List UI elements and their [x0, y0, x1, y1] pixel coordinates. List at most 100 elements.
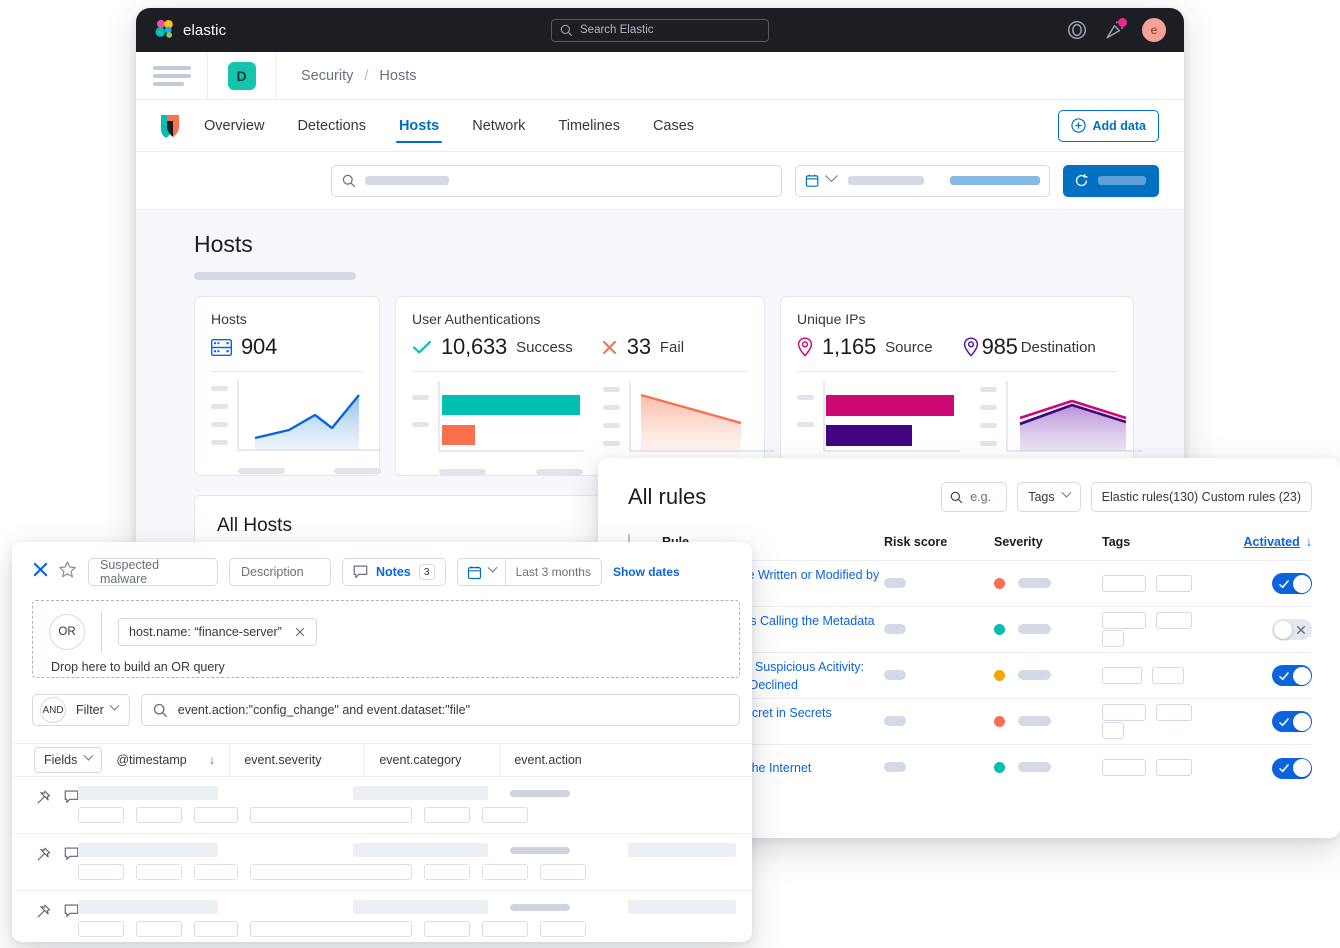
timeline-query-input[interactable]: event.action:"config_change" and event.d… [141, 694, 740, 726]
notes-button[interactable]: Notes 3 [342, 558, 446, 586]
column-header-event-action[interactable]: event.action [500, 743, 635, 777]
cell-skeleton [628, 900, 736, 914]
rules-count-label: Elastic rules(130) Custom rules (23) [1102, 490, 1301, 504]
chevron-down-icon [84, 750, 94, 760]
tab-network[interactable]: Network [472, 100, 525, 151]
timeline-date-picker[interactable]: Last 3 months [457, 558, 602, 586]
tab-cases[interactable]: Cases [653, 100, 694, 151]
rules-count-toggle[interactable]: Elastic rules(130) Custom rules (23) [1091, 482, 1312, 512]
timeline-date-range[interactable]: Last 3 months [505, 559, 601, 585]
column-header-activated[interactable]: Activated ↓ [1216, 535, 1312, 549]
column-header-event-category[interactable]: event.category [365, 743, 500, 777]
or-drop-area[interactable]: OR host.name: “finance-server” Drop here… [32, 600, 740, 678]
tab-overview[interactable]: Overview [204, 100, 264, 151]
timeline-toolbar: Suspected malware Description Notes 3 [12, 542, 752, 586]
breadcrumb-item-hosts[interactable]: Hosts [379, 68, 416, 84]
refresh-button[interactable] [1063, 165, 1159, 197]
column-header-activated-label[interactable]: Activated [1243, 535, 1299, 549]
cell-skeleton [510, 790, 570, 797]
table-row[interactable] [12, 834, 752, 891]
star-icon[interactable] [58, 560, 77, 584]
chevron-down-icon [487, 562, 497, 572]
add-data-button[interactable]: Add data [1058, 110, 1159, 142]
fields-dropdown[interactable]: Fields [34, 747, 102, 773]
tab-timelines[interactable]: Timelines [558, 100, 620, 151]
announcement-confetti-icon[interactable] [1104, 19, 1126, 41]
hamburger-menu-icon[interactable] [136, 52, 208, 99]
filter-dropdown[interactable]: Filter [76, 703, 118, 717]
stat-unit-source: Source [885, 339, 933, 356]
show-dates-link[interactable]: Show dates [613, 565, 680, 579]
card-divider [797, 371, 1117, 372]
kql-search-input[interactable] [331, 165, 782, 197]
all-rules-header: All rules e.g. Tags Elastic rules(130) C… [628, 482, 1312, 512]
breadcrumb-item-security[interactable]: Security [301, 68, 353, 84]
and-filter-group[interactable]: AND Filter [32, 694, 130, 726]
notes-count-badge: 3 [419, 564, 435, 580]
column-header-timestamp[interactable]: @timestamp ↓ [102, 743, 230, 777]
stat-item-destination-ips: 985 Destination [963, 334, 1096, 360]
activated-toggle[interactable] [1272, 665, 1312, 686]
tag-chip [1156, 575, 1192, 592]
pin-icon[interactable] [36, 790, 51, 810]
cell-box [250, 864, 412, 880]
breadcrumb: Security / Hosts [276, 52, 417, 99]
column-header-severity: Severity [994, 535, 1102, 549]
risk-score-skeleton [884, 716, 906, 726]
cell-box [540, 921, 586, 937]
search-icon [153, 703, 168, 718]
arrow-down-icon: ↓ [209, 753, 215, 767]
or-operator-badge: OR [49, 614, 85, 650]
global-search-input[interactable]: Search Elastic [551, 19, 769, 42]
column-header-timestamp-label: @timestamp [116, 753, 186, 767]
global-nav-bar: elastic Search Elastic [136, 8, 1184, 52]
comment-icon[interactable] [64, 790, 79, 810]
avatar[interactable]: e [1142, 18, 1166, 42]
comment-icon[interactable] [64, 847, 79, 867]
activated-toggle[interactable] [1272, 711, 1312, 732]
pin-icon[interactable] [36, 847, 51, 867]
close-icon[interactable] [32, 561, 49, 583]
activated-toggle[interactable] [1272, 573, 1312, 594]
help-circle-icon[interactable] [1066, 19, 1088, 41]
tags-filter-dropdown[interactable]: Tags [1017, 482, 1080, 512]
pin-icon[interactable] [36, 904, 51, 924]
tab-list: Overview Detections Hosts Network Timeli… [204, 100, 694, 151]
date-picker[interactable] [795, 165, 1050, 197]
cell-skeleton [353, 900, 488, 914]
map-pin-icon [963, 337, 979, 357]
check-icon [1278, 762, 1290, 774]
activated-toggle[interactable] [1272, 758, 1312, 779]
filter-chip-hostname[interactable]: host.name: “finance-server” [118, 618, 317, 646]
timeline-title-input[interactable]: Suspected malware [88, 558, 218, 586]
chevron-down-icon[interactable] [825, 169, 837, 181]
query-bar-row [136, 152, 1184, 210]
activated-toggle[interactable] [1272, 619, 1312, 640]
stat-unit-success: Success [516, 339, 573, 356]
space-selector[interactable]: D [208, 52, 276, 99]
cell-skeleton [78, 843, 218, 857]
column-header-event-severity[interactable]: event.severity [230, 743, 365, 777]
cell-box [424, 921, 470, 937]
timeline-description-input[interactable]: Description [229, 558, 331, 586]
rules-search-input[interactable]: e.g. [941, 482, 1007, 512]
breadcrumb-separator: / [364, 68, 368, 84]
table-row[interactable] [12, 777, 752, 834]
timeline-events-table: Fields @timestamp ↓ event.severity event… [12, 743, 752, 942]
tab-detections[interactable]: Detections [297, 100, 366, 151]
stat-item-hosts-count: 904 [211, 334, 277, 360]
risk-score-skeleton [884, 670, 906, 680]
x-axis-label [334, 468, 381, 474]
risk-score-skeleton [884, 762, 906, 772]
calendar-icon [805, 173, 819, 188]
arrow-down-icon: ↓ [1306, 535, 1312, 549]
cell-skeleton [353, 843, 488, 857]
elastic-logo[interactable]: elastic [154, 19, 226, 41]
screenshot-stage: elastic Search Elastic [0, 0, 1340, 948]
cell-box [136, 921, 182, 937]
table-row[interactable] [12, 891, 752, 942]
tab-hosts[interactable]: Hosts [399, 100, 439, 151]
close-icon[interactable] [294, 626, 306, 638]
timeline-title-value: Suspected malware [100, 558, 206, 586]
comment-icon[interactable] [64, 904, 79, 924]
